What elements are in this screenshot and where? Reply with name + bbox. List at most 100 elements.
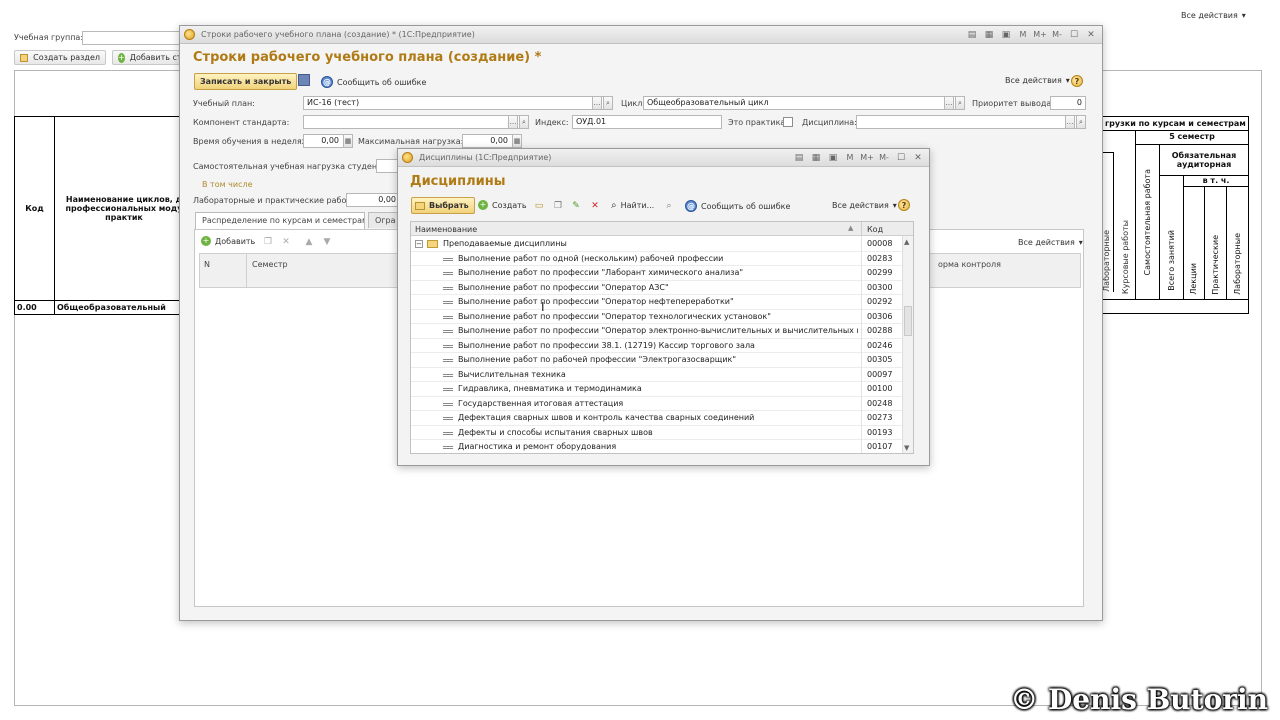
calculator-icon[interactable]: ▦ — [343, 135, 352, 147]
is-practice-checkbox[interactable] — [783, 117, 793, 127]
ellipsis-icon[interactable]: … — [592, 97, 602, 109]
add-row-button[interactable]: + Добавить ст — [112, 50, 180, 65]
find-button[interactable]: ⌕ Найти... — [611, 200, 654, 211]
edit-icon[interactable]: ✎ — [570, 200, 582, 212]
ellipsis-icon[interactable]: … — [944, 97, 954, 109]
report-error-button[interactable]: @ Сообщить об ошибке — [321, 76, 426, 88]
study-time-field[interactable]: 0,00 ▦ — [303, 134, 353, 148]
max-load-field[interactable]: 0,00 ▦ — [462, 134, 522, 148]
collapse-icon[interactable]: − — [415, 240, 423, 248]
mouse-cursor-icon: I — [541, 300, 545, 314]
item-name: Диагностика и ремонт оборудования — [458, 442, 617, 452]
select-button[interactable]: Выбрать — [411, 197, 475, 214]
help-icon[interactable]: ? — [1071, 75, 1083, 87]
dialog-all-actions[interactable]: Все действия ▾ — [832, 201, 897, 210]
item-code: 00299 — [867, 268, 893, 278]
bg-all-actions[interactable]: Все действия ▾ — [1181, 11, 1246, 20]
priority-field[interactable]: 0 — [1050, 96, 1086, 110]
arrow-up-icon[interactable]: ▲ — [303, 236, 315, 248]
discipline-field[interactable]: … ⌕ — [856, 115, 1086, 129]
col-name-header[interactable]: Наименование — [415, 225, 477, 234]
item-code: 00283 — [867, 253, 893, 263]
list-item[interactable]: Выполнение работ по профессии "Оператор … — [411, 295, 902, 310]
group-input[interactable] — [82, 31, 182, 45]
item-name: Выполнение работ по профессии "Оператор … — [458, 311, 771, 321]
scroll-down-icon[interactable]: ▼ — [904, 444, 909, 452]
cancel-search-icon[interactable]: ⌕ — [663, 200, 675, 212]
calculator-icon[interactable]: ▦ — [982, 29, 996, 41]
list-item[interactable]: Выполнение работ по профессии 38.1. (127… — [411, 339, 902, 353]
document-icon[interactable]: ▤ — [792, 152, 806, 164]
document-icon[interactable]: ▤ — [965, 29, 979, 41]
sort-asc-icon[interactable]: ▲ — [848, 224, 853, 232]
scroll-thumb[interactable] — [904, 306, 912, 336]
close-icon[interactable]: ✕ — [911, 152, 925, 164]
list-item[interactable]: Выполнение работ по профессии "Оператор … — [411, 324, 902, 339]
cycle-field[interactable]: Общеобразовательный цикл … ⌕ — [643, 96, 965, 110]
add-button[interactable]: + Добавить — [201, 236, 255, 246]
course-cell: Курсовые работы — [1114, 152, 1136, 300]
search-icon: ⌕ — [611, 200, 617, 211]
list-item[interactable]: Вычислительная техника 00097 — [411, 368, 902, 382]
delete-icon[interactable]: ✕ — [589, 200, 601, 212]
tab-distribution[interactable]: Распределение по курсам и семестрам — [195, 212, 365, 229]
search-icon[interactable]: ⌕ — [1076, 116, 1085, 128]
maximize-icon[interactable]: ☐ — [1067, 29, 1081, 41]
arrow-down-icon[interactable]: ▼ — [321, 236, 333, 248]
list-item[interactable]: Выполнение работ по рабочей профессии "Э… — [411, 353, 902, 368]
list-item[interactable]: Дефекты и способы испытания сварных швов… — [411, 426, 902, 440]
save-icon[interactable] — [298, 74, 310, 86]
search-icon[interactable]: ⌕ — [603, 97, 612, 109]
col-code-header[interactable]: Код — [867, 225, 883, 234]
list-item[interactable]: Гидравлика, пневматика и термодинамика 00… — [411, 382, 902, 397]
ellipsis-icon[interactable]: … — [1065, 116, 1075, 128]
tab-all-actions[interactable]: Все действия ▾ — [1018, 238, 1083, 247]
dialog-report-error[interactable]: @ Сообщить об ошибке — [685, 200, 790, 212]
list-scrollbar[interactable]: ▲ ▼ — [902, 236, 913, 453]
ellipsis-icon[interactable]: … — [508, 116, 518, 128]
disciplines-list[interactable]: Наименование ▲ Код − Преподаваемые дисцип… — [410, 221, 914, 454]
maximize-icon[interactable]: ☐ — [894, 152, 908, 164]
memory-minus-icon[interactable]: M- — [1050, 29, 1064, 41]
col-code-header: Код — [14, 116, 55, 301]
search-icon[interactable]: ⌕ — [519, 116, 528, 128]
tab-other[interactable]: Огра — [368, 212, 400, 228]
list-item[interactable]: Дефектация сварных швов и контроль качес… — [411, 411, 902, 426]
plan-field[interactable]: ИС-16 (тест) … ⌕ — [303, 96, 613, 110]
delete-icon[interactable]: ✕ — [280, 236, 292, 248]
list-item[interactable]: Выполнение работ по профессии "Лаборант … — [411, 266, 902, 281]
calculator-icon[interactable]: ▦ — [809, 152, 823, 164]
lab-field[interactable]: 0,00 — [346, 193, 400, 207]
list-item[interactable]: Государственная итоговая аттестация 00248 — [411, 397, 902, 411]
list-item[interactable]: Диагностика и ремонт оборудования 00107 — [411, 440, 902, 453]
index-field[interactable]: ОУД.01 — [572, 115, 722, 129]
list-item[interactable]: Выполнение работ по профессии "Оператор … — [411, 281, 902, 295]
help-icon[interactable]: ? — [898, 199, 910, 211]
create-folder-icon[interactable]: ▭ — [533, 200, 545, 212]
copy-icon[interactable]: ❐ — [552, 200, 564, 212]
memory-plus-icon[interactable]: M+ — [860, 152, 874, 164]
calculator-icon[interactable]: ▦ — [512, 135, 521, 147]
item-icon — [443, 301, 453, 304]
item-name: Выполнение работ по рабочей профессии "Э… — [458, 355, 737, 365]
scroll-up-icon[interactable]: ▲ — [904, 238, 909, 246]
list-group-row[interactable]: − Преподаваемые дисциплины 00008 — [411, 237, 902, 252]
close-icon[interactable]: ✕ — [1084, 29, 1098, 41]
main-all-actions[interactable]: Все действия ▾ — [1005, 76, 1070, 85]
calendar-icon[interactable]: ▣ — [999, 29, 1013, 41]
list-item[interactable]: Выполнение работ по профессии "Оператор … — [411, 310, 902, 324]
save-close-button[interactable]: Записать и закрыть — [194, 73, 298, 90]
copy-icon[interactable]: ❐ — [262, 236, 274, 248]
item-name: Дефекты и способы испытания сварных швов — [458, 427, 653, 437]
calendar-icon[interactable]: ▣ — [826, 152, 840, 164]
component-field[interactable]: … ⌕ — [303, 115, 529, 129]
create-section-button[interactable]: Создать раздел — [14, 50, 106, 65]
list-item[interactable]: Выполнение работ по одной (нескольким) р… — [411, 252, 902, 266]
memory-minus-icon[interactable]: M- — [877, 152, 891, 164]
memory-icon[interactable]: M — [843, 152, 857, 164]
memory-plus-icon[interactable]: M+ — [1033, 29, 1047, 41]
search-icon[interactable]: ⌕ — [955, 97, 964, 109]
memory-icon[interactable]: M — [1016, 29, 1030, 41]
create-button[interactable]: + Создать — [478, 200, 527, 210]
create-section-icon — [20, 53, 29, 62]
